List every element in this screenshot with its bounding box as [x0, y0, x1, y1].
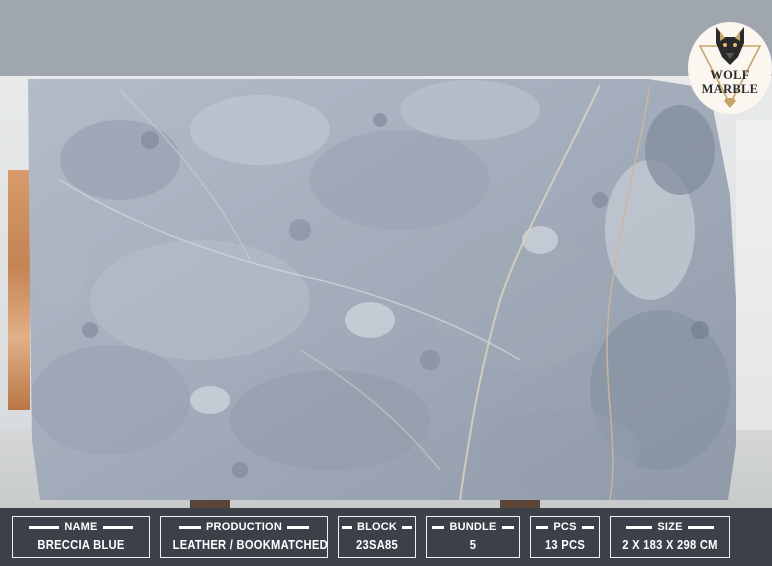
name-value: BRECCIA BLUE	[37, 537, 125, 552]
marble-slab	[28, 79, 736, 508]
logo-brand-line2: MARBLE	[701, 82, 759, 96]
size-label: SIZE	[657, 521, 683, 533]
production-label: PRODUCTION	[206, 521, 282, 533]
size-cell: SIZE 2 X 183 X 298 CM	[610, 516, 730, 558]
production-cell: PRODUCTION LEATHER / BOOKMATCHED	[160, 516, 328, 558]
diamond-icon	[724, 98, 736, 108]
size-value: 2 X 183 X 298 CM	[622, 537, 718, 552]
pcs-value: 13 PCS	[544, 537, 586, 552]
block-cell: BLOCK 23SA85	[338, 516, 416, 558]
wolf-marble-logo: WOLF MARBLE	[688, 22, 772, 114]
production-value: LEATHER / BOOKMATCHED	[172, 537, 328, 552]
bundle-label: BUNDLE	[449, 521, 497, 533]
pcs-cell: PCS 13 PCS	[530, 516, 600, 558]
bundle-cell: BUNDLE 5	[426, 516, 520, 558]
name-label: NAME	[64, 521, 98, 533]
name-cell: NAME BRECCIA BLUE	[12, 516, 150, 558]
bundle-value: 5	[469, 537, 477, 552]
block-label: BLOCK	[356, 521, 398, 533]
pcs-label: PCS	[553, 521, 577, 533]
logo-brand-line1: WOLF	[710, 68, 750, 82]
slab-info-bar: NAME BRECCIA BLUE PRODUCTION LEATHER / B…	[0, 508, 772, 566]
block-value: 23SA85	[356, 537, 398, 552]
wolf-icon	[716, 27, 744, 65]
